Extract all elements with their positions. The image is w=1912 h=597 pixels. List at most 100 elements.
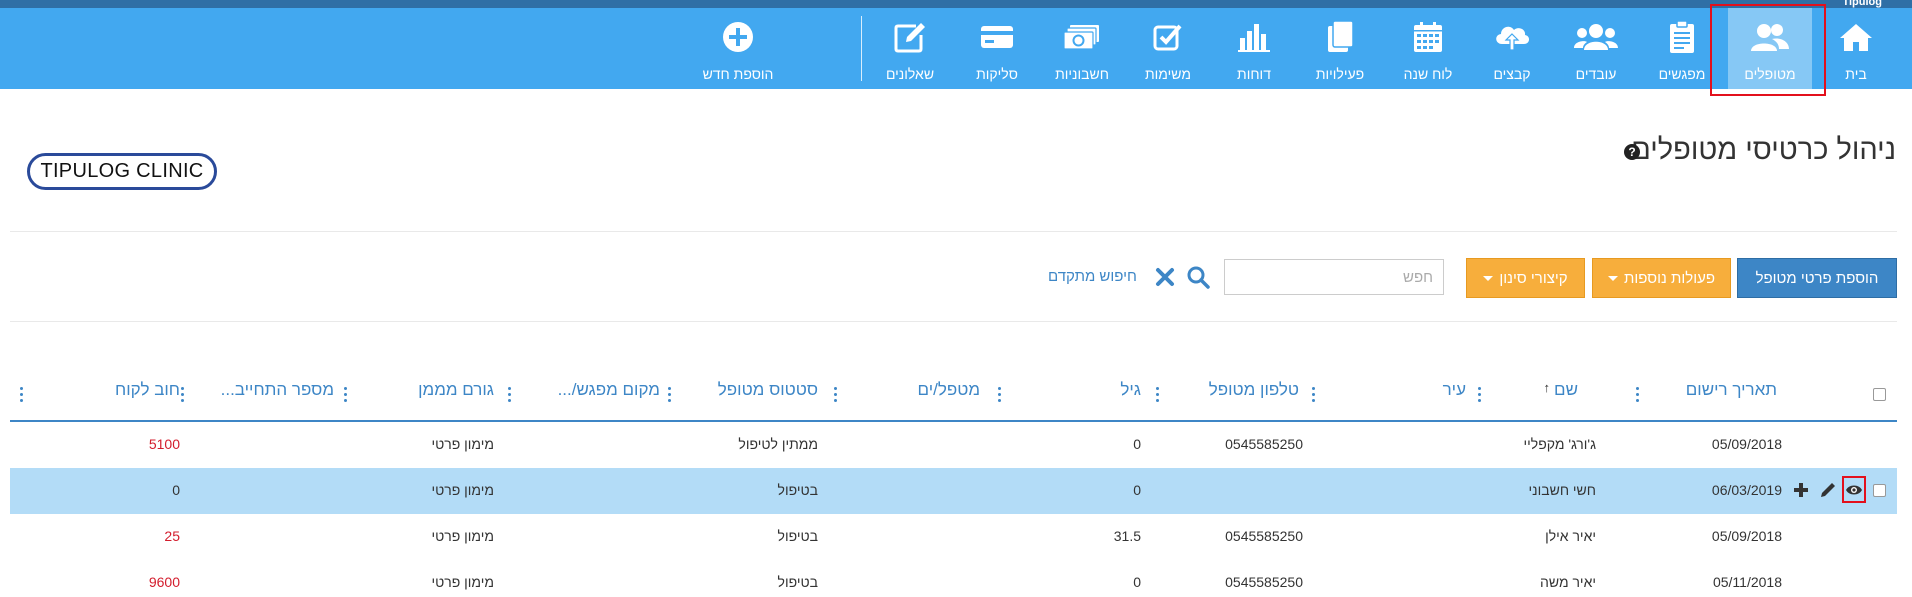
nav-item-tasks[interactable]: משימות [1128, 8, 1208, 89]
column-menu-icon[interactable] [1155, 387, 1159, 405]
table-row[interactable]: 05/09/2018 יאיר אילן 0545585250 31.5 בטי… [10, 514, 1897, 560]
sort-asc-icon: ↑ [1543, 380, 1551, 395]
column-header-city[interactable]: עיר [1443, 380, 1466, 400]
column-header-name[interactable]: שם↑ [1544, 380, 1578, 400]
column-menu-icon[interactable] [667, 387, 671, 405]
cell-funder: מימון פרטי [431, 528, 494, 544]
cell-phone: 0545585250 [1225, 436, 1303, 452]
cell-name: יאיר אילן [1545, 528, 1596, 544]
column-menu-icon[interactable] [1477, 387, 1481, 405]
edit-pencil-icon[interactable] [1818, 480, 1838, 500]
column-header-age[interactable]: גיל [1120, 380, 1141, 400]
nav-label: לוח שנה [1403, 66, 1453, 82]
cell-phone: 0545585250 [1225, 574, 1303, 590]
cell-status: בטיפול [777, 574, 818, 590]
money-icon [1040, 20, 1124, 54]
cell-status: בטיפול [777, 528, 818, 544]
cell-debt: 5100 [148, 436, 180, 452]
cell-name: יאיר משה [1539, 574, 1596, 590]
cell-funder: מימון פרטי [431, 574, 494, 590]
column-header-commitment[interactable]: מספר התחייב... [221, 380, 334, 400]
cell-debt: 9600 [148, 574, 180, 590]
cell-reg-date: 05/09/2018 [1711, 436, 1782, 452]
clipboard-icon [1640, 20, 1724, 54]
nav-item-reports[interactable]: דוחות [1214, 8, 1294, 89]
column-menu-icon[interactable] [997, 387, 1001, 405]
nav-item-home[interactable]: בית [1828, 8, 1884, 89]
add-patient-button[interactable]: הוספת פרטי מטופל [1737, 258, 1897, 298]
nav-item-patients[interactable]: מטופלים [1728, 8, 1812, 89]
clinic-logo: TIPULOG CLINIC [27, 153, 217, 190]
column-header-name-label: שם [1554, 380, 1578, 399]
search-input[interactable] [1224, 259, 1444, 295]
column-menu-icon[interactable] [507, 387, 511, 405]
column-menu-icon[interactable] [19, 387, 23, 405]
nav-item-calendar[interactable]: לוח שנה [1388, 8, 1468, 89]
help-icon[interactable]: ? [1624, 144, 1640, 160]
logo-text: TIPULOG CLINIC [40, 160, 204, 182]
main-navbar: בית מטופלים מפגשים עובדים קבצים לוח שנה [0, 8, 1912, 89]
cell-age: 31.5 [1113, 528, 1141, 544]
nav-item-questionnaires[interactable]: שאלונים [870, 8, 950, 89]
table-row-selected[interactable]: 06/03/2019 חשי חשבוני 0 בטיפול מימון פרט… [10, 468, 1897, 514]
edit-icon [870, 20, 950, 54]
nav-label: משימות [1145, 66, 1191, 82]
column-menu-icon[interactable] [1635, 387, 1639, 405]
nav-item-invoices[interactable]: חשבוניות [1040, 8, 1124, 89]
row-checkbox[interactable] [1873, 484, 1886, 497]
nav-item-meetings[interactable]: מפגשים [1640, 8, 1724, 89]
bar-chart-icon [1214, 20, 1294, 54]
advanced-search-link[interactable]: חיפוש מתקדם [1048, 268, 1137, 285]
group-icon [1556, 20, 1636, 54]
add-plus-icon[interactable] [1791, 480, 1811, 500]
nav-label: מפגשים [1658, 66, 1706, 82]
clear-search-icon[interactable] [1152, 263, 1178, 291]
nav-item-add-new[interactable]: הוספת חדש [690, 8, 786, 89]
table-header: תאריך רישום שם↑ עיר טלפון מטופל גיל מטפל… [10, 370, 1897, 422]
more-actions-button[interactable]: פעולות נוספות [1592, 258, 1731, 298]
cloud-upload-icon [1472, 20, 1552, 54]
table-row[interactable]: 05/09/2018 ג'ורג' מקפליי 0545585250 0 ממ… [10, 422, 1897, 468]
page-title: ניהול כרטיסי מטופלים [1631, 134, 1896, 166]
column-header-debt[interactable]: חוב לקוח [115, 380, 180, 400]
cell-name: ג'ורג' מקפליי [1523, 436, 1596, 452]
column-header-phone[interactable]: טלפון מטופל [1209, 380, 1299, 400]
nav-label: פעילויות [1315, 66, 1365, 82]
cell-name: חשי חשבוני [1528, 482, 1597, 498]
column-menu-icon[interactable] [343, 387, 347, 405]
column-menu-icon[interactable] [1311, 387, 1315, 405]
copy-icon [1300, 20, 1380, 54]
column-header-status[interactable]: סטטוס מטופל [718, 380, 818, 400]
nav-item-employees[interactable]: עובדים [1556, 8, 1636, 89]
cell-debt: 0 [172, 482, 180, 498]
nav-label: בית [1845, 66, 1867, 82]
select-all-checkbox[interactable] [1873, 388, 1886, 401]
nav-item-clearing[interactable]: סליקות [958, 8, 1036, 89]
filter-shortcuts-button[interactable]: קיצורי סינון [1466, 258, 1585, 298]
plus-circle-icon [690, 20, 786, 54]
column-header-funder[interactable]: גורם מממן [418, 380, 494, 400]
house-icon [1828, 20, 1884, 54]
calendar-icon [1388, 20, 1468, 54]
cell-reg-date: 05/11/2018 [1712, 574, 1782, 590]
cell-age: 0 [1133, 436, 1141, 452]
column-header-therapists[interactable]: מטפל/ים [918, 380, 980, 400]
cell-debt: 25 [164, 528, 180, 544]
cell-reg-date: 05/09/2018 [1711, 528, 1782, 544]
more-actions-label: פעולות נוספות [1624, 269, 1715, 287]
column-header-reg-date[interactable]: תאריך רישום [1686, 380, 1777, 400]
cell-reg-date: 06/03/2019 [1711, 482, 1782, 498]
nav-separator [861, 16, 862, 81]
nav-item-files[interactable]: קבצים [1472, 8, 1552, 89]
table-row[interactable]: 05/11/2018 יאיר משה 0545585250 0 בטיפול … [10, 560, 1897, 597]
caret-down-icon [1483, 275, 1494, 281]
divider [10, 321, 1897, 322]
nav-label: קבצים [1493, 66, 1531, 82]
view-eye-icon[interactable] [1844, 480, 1864, 500]
column-header-location[interactable]: מקום מפגש/... [558, 380, 660, 400]
search-icon[interactable] [1184, 263, 1212, 291]
column-menu-icon[interactable] [833, 387, 837, 405]
nav-item-activities[interactable]: פעילויות [1300, 8, 1380, 89]
nav-label: סליקות [976, 66, 1018, 82]
column-menu-icon[interactable] [180, 387, 184, 405]
